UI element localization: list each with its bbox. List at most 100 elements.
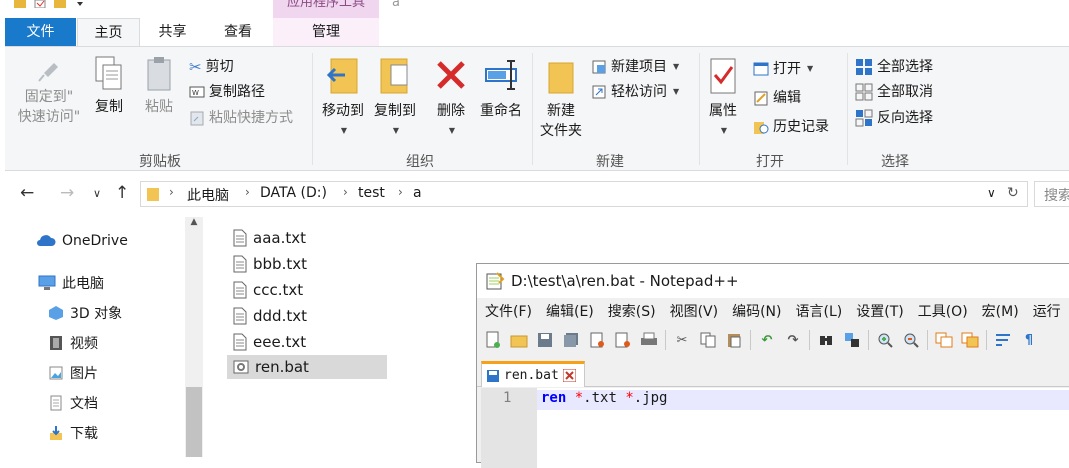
- move-to-button[interactable]: 移动到 ▼: [317, 55, 369, 141]
- refresh-icon[interactable]: ↻: [1007, 185, 1019, 201]
- new-file-icon[interactable]: [483, 330, 503, 350]
- print-icon[interactable]: [639, 330, 659, 350]
- breadcrumb-separator-icon[interactable]: ›: [245, 185, 250, 199]
- address-dropdown-chevron-icon[interactable]: ∨: [987, 186, 996, 200]
- menu-item-settings[interactable]: 设置(T): [856, 301, 903, 321]
- open-file-icon[interactable]: [509, 330, 529, 350]
- history-button[interactable]: 历史记录: [753, 117, 829, 137]
- properties-button[interactable]: 属性 ▼: [705, 55, 741, 141]
- file-name: ddd.txt: [253, 307, 307, 325]
- copy-label: 复制: [95, 99, 123, 115]
- menu-item-run[interactable]: 运行: [1033, 301, 1061, 321]
- nav-pane-scrollbar-thumb[interactable]: [186, 387, 202, 457]
- file-item[interactable]: ccc.txt: [227, 278, 387, 302]
- breadcrumb-test[interactable]: test: [358, 185, 385, 201]
- menu-item-search[interactable]: 搜索(S): [608, 301, 656, 321]
- menu-item-edit[interactable]: 编辑(E): [546, 301, 594, 321]
- properties-icon[interactable]: [34, 0, 46, 8]
- menu-item-encoding[interactable]: 编码(N): [732, 301, 781, 321]
- address-bar[interactable]: › 此电脑 › DATA (D:) › test › a ∨ ↻: [140, 181, 1028, 207]
- nav-item-videos[interactable]: 视频: [48, 333, 98, 353]
- select-all-button[interactable]: 全部选择: [855, 57, 933, 77]
- folder-icon[interactable]: [14, 0, 26, 8]
- rename-button[interactable]: 重命名: [475, 55, 527, 121]
- tab-ren-bat[interactable]: ren.bat: [481, 361, 585, 387]
- word-wrap-icon[interactable]: [993, 330, 1013, 350]
- select-none-icon: [855, 83, 873, 101]
- undo-icon[interactable]: ↶: [757, 330, 777, 350]
- back-arrow-icon[interactable]: ←: [20, 183, 34, 203]
- code-line[interactable]: ren *.txt *.jpg: [541, 390, 667, 406]
- forward-arrow-icon[interactable]: →: [60, 183, 74, 203]
- copy-to-label: 复制到: [374, 103, 416, 119]
- up-arrow-icon[interactable]: ↑: [115, 183, 129, 203]
- file-item[interactable]: aaa.txt: [227, 226, 387, 250]
- delete-button[interactable]: 删除 ▼: [429, 55, 473, 141]
- breadcrumb-separator-icon[interactable]: ›: [169, 185, 174, 199]
- sync-vertical-scroll-icon[interactable]: [934, 330, 954, 350]
- find-icon[interactable]: [816, 330, 836, 350]
- breadcrumb-this-pc[interactable]: 此电脑: [187, 185, 229, 205]
- new-folder-icon[interactable]: [54, 0, 66, 8]
- open-button[interactable]: 打开 ▼: [753, 59, 813, 79]
- paste-icon[interactable]: [724, 330, 744, 350]
- recent-locations-chevron-icon[interactable]: ∨: [93, 187, 101, 200]
- tab-share[interactable]: 共享: [141, 18, 204, 46]
- tab-manage[interactable]: 管理: [273, 18, 379, 46]
- menu-item-view[interactable]: 视图(V): [670, 301, 719, 321]
- close-all-icon[interactable]: [613, 330, 633, 350]
- easy-access-button[interactable]: 轻松访问 ▼: [591, 82, 679, 102]
- nav-item-pictures[interactable]: 图片: [48, 363, 98, 383]
- nav-item-3d-objects[interactable]: 3D 对象: [48, 303, 122, 323]
- paste-shortcut-button[interactable]: 粘贴快捷方式: [189, 108, 293, 128]
- copy-path-button[interactable]: W 复制路径: [189, 82, 265, 102]
- zoom-in-icon[interactable]: [875, 330, 895, 350]
- breadcrumb-data-drive[interactable]: DATA (D:): [260, 185, 327, 201]
- menu-item-file[interactable]: 文件(F): [485, 301, 532, 321]
- select-none-button[interactable]: 全部取消: [855, 82, 933, 102]
- nav-item-downloads[interactable]: 下载: [48, 423, 98, 443]
- copy-icon[interactable]: [698, 330, 718, 350]
- edit-button[interactable]: 编辑: [753, 88, 801, 108]
- nav-item-documents[interactable]: 文档: [48, 393, 98, 413]
- code-editor[interactable]: 1 ren *.txt *.jpg: [481, 388, 1069, 468]
- file-item[interactable]: ddd.txt: [227, 304, 387, 328]
- chevron-down-icon[interactable]: [74, 0, 86, 8]
- nav-item-onedrive[interactable]: OneDrive: [36, 233, 128, 249]
- save-icon[interactable]: [535, 330, 555, 350]
- breadcrumb-separator-icon[interactable]: ›: [398, 185, 403, 199]
- search-input[interactable]: 搜索: [1034, 181, 1069, 207]
- save-all-icon[interactable]: [561, 330, 581, 350]
- sync-horizontal-scroll-icon[interactable]: [960, 330, 980, 350]
- pin-quick-access-button[interactable]: 固定到" 快速访问": [13, 55, 85, 127]
- paste-button[interactable]: 粘贴: [139, 55, 179, 117]
- copy-to-button[interactable]: 复制到 ▼: [369, 55, 421, 141]
- show-all-characters-icon[interactable]: ¶: [1019, 330, 1039, 350]
- menu-item-macro[interactable]: 宏(M): [982, 301, 1019, 321]
- invert-selection-button[interactable]: 反向选择: [855, 108, 933, 128]
- new-folder-button[interactable]: 新建 文件夹: [537, 55, 585, 141]
- cut-button[interactable]: ✂ 剪切: [189, 57, 234, 77]
- tab-home[interactable]: 主页: [77, 18, 140, 47]
- new-item-button[interactable]: 新建项目 ▼: [591, 57, 679, 77]
- file-item[interactable]: eee.txt: [227, 330, 387, 354]
- breadcrumb-separator-icon[interactable]: ›: [343, 185, 348, 199]
- notepad-plus-plus-window: D:\test\a\ren.bat - Notepad++ 文件(F) 编辑(E…: [476, 263, 1069, 468]
- file-item[interactable]: bbb.txt: [227, 252, 387, 276]
- file-item-selected[interactable]: ren.bat: [227, 355, 387, 379]
- nav-item-this-pc[interactable]: 此电脑: [38, 273, 104, 293]
- replace-icon[interactable]: [842, 330, 862, 350]
- zoom-out-icon[interactable]: [901, 330, 921, 350]
- menu-item-tools[interactable]: 工具(O): [918, 301, 968, 321]
- cut-icon[interactable]: ✂: [672, 330, 692, 350]
- menu-item-language[interactable]: 语言(L): [796, 301, 843, 321]
- redo-icon[interactable]: ↷: [783, 330, 803, 350]
- move-to-label: 移动到: [322, 103, 364, 119]
- close-file-icon[interactable]: [587, 330, 607, 350]
- scroll-up-icon[interactable]: ▲: [185, 217, 203, 227]
- tab-view[interactable]: 查看: [205, 18, 271, 46]
- tab-file[interactable]: 文件: [5, 18, 76, 46]
- breadcrumb-a[interactable]: a: [413, 185, 422, 201]
- close-tab-icon[interactable]: [562, 369, 576, 382]
- copy-button[interactable]: 复制: [89, 55, 129, 117]
